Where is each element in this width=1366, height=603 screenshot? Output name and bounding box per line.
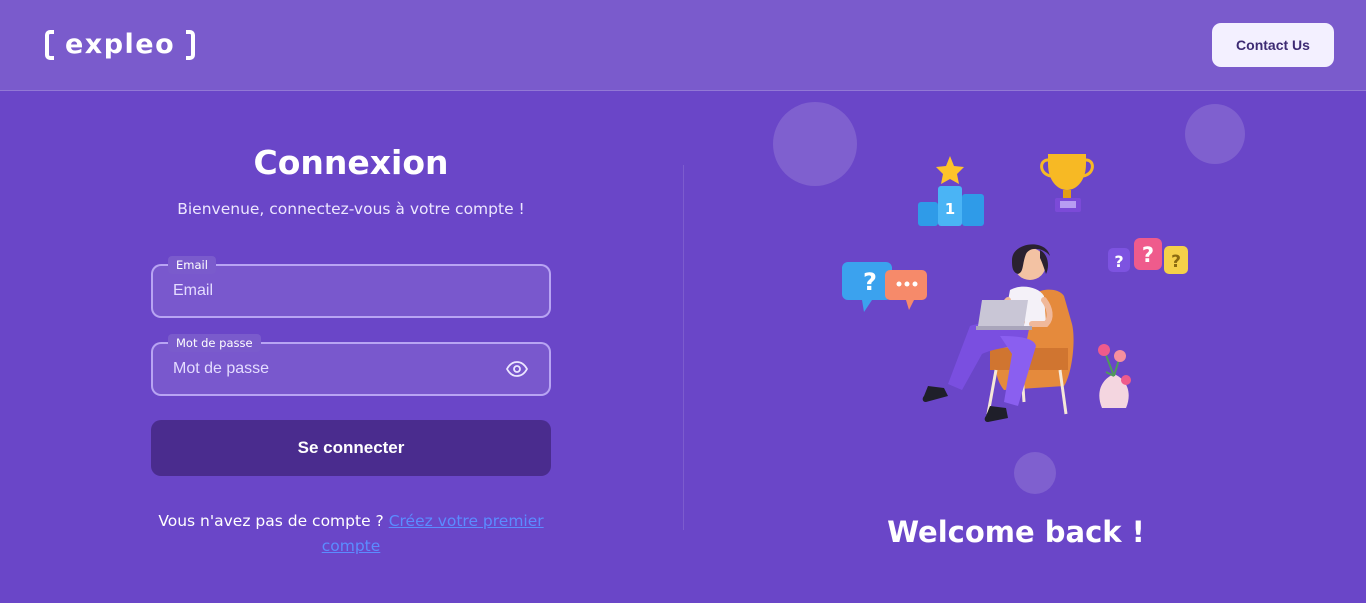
svg-text:?: ? (863, 268, 877, 296)
column-divider (683, 165, 684, 530)
contact-us-button[interactable]: Contact Us (1212, 23, 1334, 67)
question-blocks-icon: ? ? ? (1108, 238, 1188, 274)
logo-text: expleo (65, 29, 176, 60)
password-field[interactable]: Mot de passe (151, 334, 551, 396)
signup-prompt-text: Vous n'avez pas de compte ? (158, 512, 384, 530)
hero-illustration: 1 ? ? ? ? (842, 154, 1188, 422)
expleo-logo[interactable]: expleo (45, 28, 196, 62)
login-subtitle: Bienvenue, connectez-vous à votre compte… (177, 200, 525, 218)
welcome-heading: Welcome back ! (887, 515, 1145, 549)
logo-bracket-left (45, 30, 54, 60)
svg-text:1: 1 (945, 200, 955, 218)
eye-icon[interactable] (505, 357, 529, 381)
login-page: expleo Contact Us Connexion Bienvenue, c… (0, 0, 1366, 603)
login-submit-button[interactable]: Se connecter (151, 420, 551, 476)
top-header: expleo Contact Us (0, 0, 1366, 91)
email-input[interactable] (173, 266, 493, 316)
svg-text:?: ? (1114, 252, 1123, 271)
trophy-icon (1040, 154, 1094, 212)
flower-vase-icon (1098, 344, 1131, 408)
podium-star-icon: 1 (918, 156, 984, 226)
email-field[interactable]: Email (151, 256, 551, 318)
question-chat-bubbles-icon: ? (842, 262, 927, 312)
svg-text:?: ? (1142, 243, 1154, 267)
logo-bracket-right (186, 30, 196, 60)
decor-bubble-bottom (1014, 452, 1056, 494)
password-input[interactable] (173, 344, 493, 394)
signup-prompt-line: Vous n'avez pas de compte ? Créez votre … (140, 509, 562, 559)
login-title: Connexion (253, 143, 449, 182)
svg-text:?: ? (1171, 252, 1181, 272)
